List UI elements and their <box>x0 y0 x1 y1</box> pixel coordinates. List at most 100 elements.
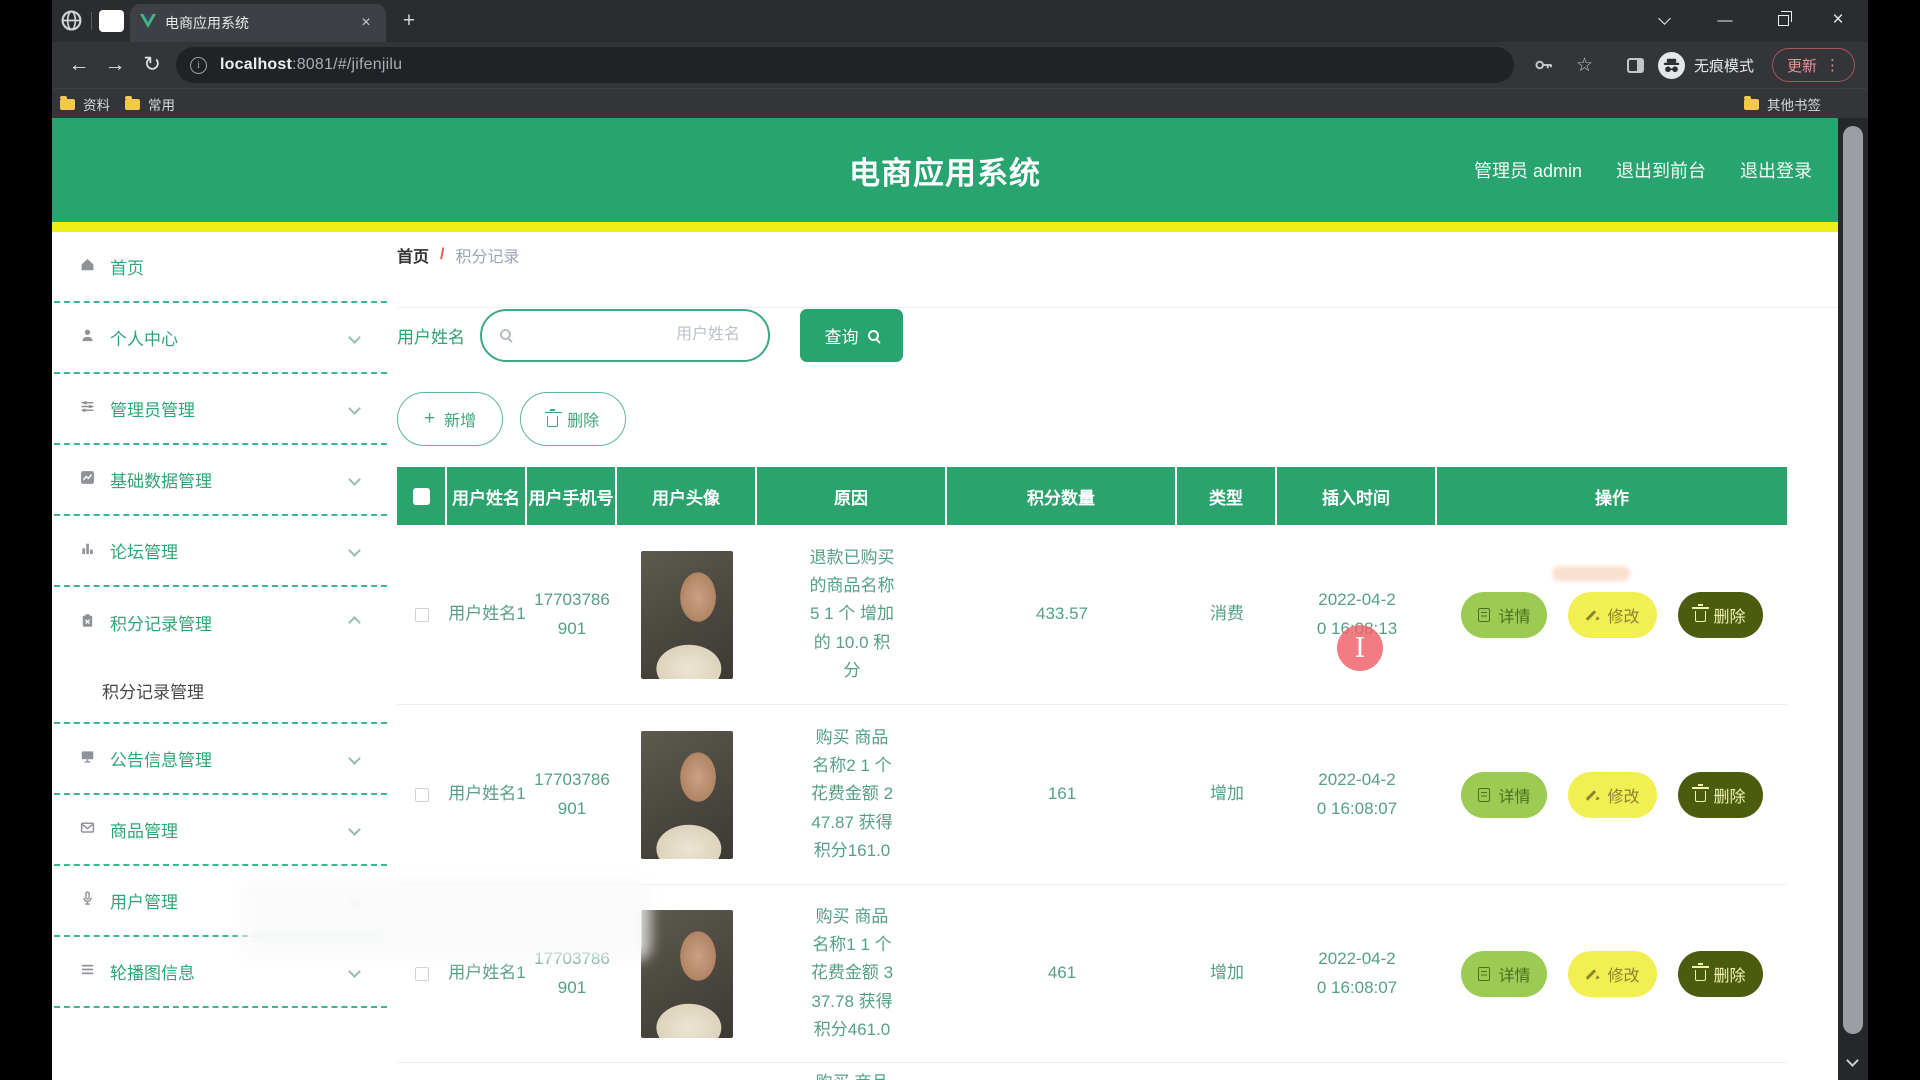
row-checkbox[interactable] <box>415 608 429 622</box>
reload-icon[interactable]: ↻ <box>139 53 165 77</box>
row-checkbox[interactable] <box>415 788 429 802</box>
col-insert-time: 插入时间 <box>1277 467 1437 525</box>
bookmark-label: 常用 <box>148 94 175 114</box>
detail-button[interactable]: 详情 <box>1461 592 1547 638</box>
cell-user-phone: 17703786 901 <box>527 705 617 884</box>
trend-chart-icon <box>80 470 95 490</box>
window-minimize-button[interactable]: — <box>1711 7 1739 33</box>
side-panel-icon[interactable] <box>1627 42 1644 88</box>
scrollbar-thumb[interactable] <box>1843 126 1863 1034</box>
breadcrumb-current: 积分记录 <box>455 243 519 267</box>
browser-tab-strip: 电商应用系统 × + — × <box>52 0 1868 42</box>
browser-logo-icon[interactable] <box>60 9 83 37</box>
remove-button-label: 删除 <box>1714 783 1746 807</box>
other-bookmarks[interactable]: 其他书签 <box>1744 89 1821 119</box>
breadcrumb-home[interactable]: 首页 <box>397 243 429 267</box>
bookmark-label: 资料 <box>83 94 110 114</box>
edit-button[interactable]: 修改 <box>1568 772 1656 818</box>
detail-button[interactable]: 详情 <box>1461 772 1547 818</box>
bookmark-star-icon[interactable]: ☆ <box>1576 42 1593 88</box>
row-checkbox[interactable] <box>415 967 429 981</box>
select-all-checkbox[interactable] <box>413 488 430 505</box>
query-button[interactable]: 查询 <box>800 309 903 362</box>
update-label: 更新 <box>1787 55 1817 76</box>
document-icon <box>1478 967 1490 981</box>
edit-button-label: 修改 <box>1607 783 1639 807</box>
main-content: 首页 / 积分记录 用户姓名 <box>389 232 1838 1080</box>
new-tab-button[interactable]: + <box>396 8 422 34</box>
letterbox-left <box>0 0 52 1080</box>
sidebar-item-points-record-management[interactable]: 积分记录管理 <box>54 587 387 658</box>
back-icon[interactable]: ← <box>66 53 92 77</box>
sidebar-item-forum-management[interactable]: 论坛管理 <box>54 516 387 587</box>
tab-close-icon[interactable]: × <box>356 13 376 33</box>
edit-button-label: 修改 <box>1607 603 1639 627</box>
kebab-menu-icon[interactable]: ⋮ <box>1825 56 1840 74</box>
window-chevron-icon[interactable] <box>1650 7 1678 33</box>
trash-icon <box>1695 970 1706 981</box>
cell-user-name: 用户姓名1 <box>447 705 527 884</box>
browser-toolbar: ← → ↻ i localhost:8081/#/jifenjilu ☆ 无痕模… <box>52 42 1868 88</box>
edit-button[interactable]: 修改 <box>1568 592 1656 638</box>
tab-separator <box>91 12 92 30</box>
cell-type: 增加 <box>1177 705 1277 884</box>
sidebar-item-product-management[interactable]: 商品管理 <box>54 795 387 866</box>
page-scrollbar[interactable] <box>1838 118 1868 1080</box>
bookmark-folder-2[interactable]: 常用 <box>125 89 175 119</box>
edit-button[interactable]: 修改 <box>1568 951 1656 997</box>
cell-type: 增加 <box>1177 885 1277 1062</box>
cell-points: 461 <box>947 885 1177 1062</box>
pinned-tab-favicon[interactable] <box>99 10 124 32</box>
detail-button-label: 详情 <box>1498 962 1530 986</box>
sidebar-item-home[interactable]: 首页 <box>54 232 387 303</box>
forward-icon[interactable]: → <box>102 53 128 77</box>
detail-button[interactable]: 详情 <box>1461 951 1547 997</box>
user-avatar-image <box>641 551 733 679</box>
bookmark-folder-1[interactable]: 资料 <box>60 89 110 119</box>
header-right: 管理员 admin 退出到前台 退出登录 <box>1474 118 1812 222</box>
blurred-watermark-patch <box>250 886 642 952</box>
add-button[interactable]: + 新增 <box>397 392 503 446</box>
sidebar-item-label: 个人中心 <box>110 325 178 350</box>
search-icon <box>868 330 879 341</box>
scroll-down-arrow-icon[interactable] <box>1846 1054 1859 1067</box>
add-button-label: 新增 <box>444 407 476 431</box>
chevron-down-icon <box>348 544 361 557</box>
sidebar-item-announcement-management[interactable]: 公告信息管理 <box>54 724 387 795</box>
window-close-button[interactable]: × <box>1824 7 1852 33</box>
sidebar-item-admin-management[interactable]: 管理员管理 <box>54 374 387 445</box>
sliders-icon <box>80 399 95 419</box>
letterbox-right <box>1868 0 1920 1080</box>
url-host: localhost <box>220 56 292 73</box>
delete-button[interactable]: 删除 <box>520 392 626 446</box>
table-header-row: 用户姓名 用户手机号 用户头像 原因 积分数量 类型 插入时间 操作 <box>397 467 1787 525</box>
chevron-down-icon <box>348 965 361 978</box>
chevron-up-icon <box>348 616 361 629</box>
search-input[interactable] <box>480 309 770 362</box>
sidebar-item-label: 首页 <box>110 254 144 279</box>
folder-icon <box>125 99 140 110</box>
update-menu-button[interactable]: 更新 ⋮ <box>1772 48 1855 82</box>
cell-points <box>947 1063 1177 1080</box>
sidebar-item-personal-center[interactable]: 个人中心 <box>54 303 387 374</box>
remove-button[interactable]: 删除 <box>1678 772 1763 818</box>
window-restore-button[interactable] <box>1769 7 1797 33</box>
active-tab[interactable]: 电商应用系统 × <box>130 4 386 42</box>
home-icon <box>80 257 95 277</box>
cell-insert-time: 2022-04-2 0 16:08:13 <box>1277 525 1437 704</box>
logout-link[interactable]: 退出登录 <box>1740 157 1812 183</box>
exit-to-front-link[interactable]: 退出到前台 <box>1616 157 1706 183</box>
cell-insert-time: 2022-04-2 0 16:08:07 <box>1277 885 1437 1062</box>
cell-reason: 退款已购买 的商品名称 5 1 个 增加 的 10.0 积 分 <box>757 525 947 704</box>
password-key-icon[interactable] <box>1534 42 1554 88</box>
sidebar-item-base-data-management[interactable]: 基础数据管理 <box>54 445 387 516</box>
sidebar-item-label: 轮播图信息 <box>110 959 195 984</box>
header-accent-line <box>52 222 1838 232</box>
monitor-icon <box>80 749 95 769</box>
address-bar[interactable]: i localhost:8081/#/jifenjilu <box>176 47 1514 83</box>
folder-icon <box>60 99 75 110</box>
sidebar-subitem-points-record[interactable]: 积分记录管理 <box>54 658 387 724</box>
site-info-icon[interactable]: i <box>190 57 207 74</box>
remove-button[interactable]: 删除 <box>1678 951 1763 997</box>
remove-button[interactable]: 删除 <box>1678 592 1763 638</box>
